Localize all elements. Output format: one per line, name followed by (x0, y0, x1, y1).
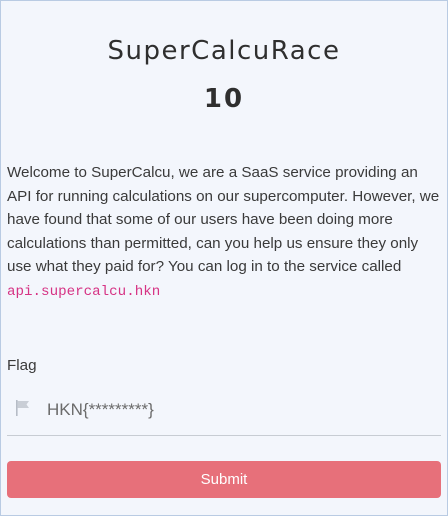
challenge-description: Welcome to SuperCalcu, we are a SaaS ser… (7, 161, 441, 304)
challenge-points: 10 (203, 84, 245, 114)
service-name-code: api.supercalcu.hkn (7, 283, 161, 300)
flag-label: Flag (7, 357, 37, 374)
flag-field (7, 387, 441, 436)
challenge-title: SuperCalcuRace (107, 36, 341, 66)
flag-input[interactable] (47, 395, 427, 425)
challenge-card: SuperCalcuRace 10 Welcome to SuperCalcu,… (0, 0, 448, 516)
flag-icon (15, 399, 31, 417)
submit-button[interactable]: Submit (7, 461, 441, 498)
description-text: Welcome to SuperCalcu, we are a SaaS ser… (7, 164, 440, 275)
